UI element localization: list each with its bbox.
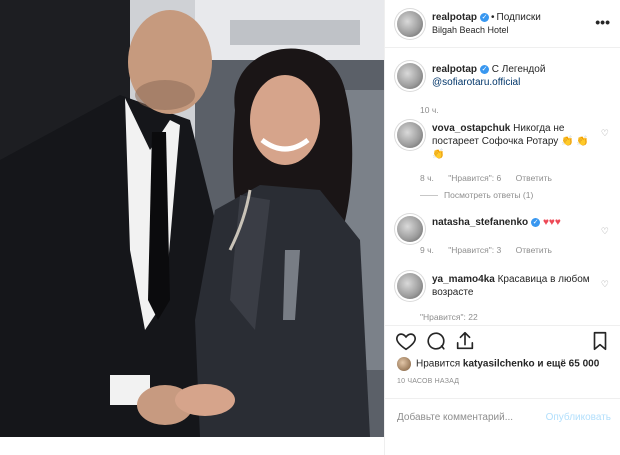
comment-meta: 8 ч. "Нравится": 6 Ответить [420, 173, 564, 183]
liked-by-count[interactable]: и ещё 65 000 [537, 359, 599, 370]
publish-button[interactable]: Опубликовать [546, 412, 611, 423]
verified-icon: ✓ [480, 12, 490, 22]
comment-reply-button[interactable]: Ответить [516, 245, 552, 255]
photo-illustration [0, 0, 384, 437]
comment-likes-count[interactable]: "Нравится": 6 [448, 173, 501, 183]
comment-meta: "Нравится": 22 [420, 312, 490, 322]
add-comment-bar: Добавьте комментарий... Опубликовать [385, 398, 620, 438]
liked-by-prefix: Нравится [416, 358, 461, 370]
view-replies-button[interactable]: Посмотреть ответы (1) [420, 190, 533, 200]
author-avatar-small[interactable] [397, 63, 423, 89]
share-icon[interactable] [454, 330, 476, 352]
heart-icon[interactable] [395, 330, 417, 352]
comment-likes-count[interactable]: "Нравится": 3 [448, 245, 501, 255]
comment-username[interactable]: natasha_stefanenko [432, 217, 528, 228]
verified-icon: ✓ [480, 64, 490, 74]
separator-dot: • [491, 12, 495, 23]
comment-username[interactable]: ya_mamo4ka [432, 274, 495, 285]
post-actions-bar [385, 325, 620, 355]
caption-username[interactable]: realpotap [432, 64, 477, 75]
caption-mention-link[interactable]: @sofiarotaru.official [432, 77, 520, 88]
post-timestamp[interactable]: 10 ЧАСОВ НАЗАД [397, 378, 459, 385]
comment-likes-count[interactable]: "Нравится": 22 [420, 312, 478, 322]
more-options-icon[interactable]: ••• [595, 14, 610, 30]
comment-reply-button[interactable]: Ответить [516, 173, 552, 183]
comment-like-heart-icon[interactable]: ♡ [601, 128, 609, 139]
comment-like-heart-icon[interactable]: ♡ [601, 279, 609, 290]
liked-by-user[interactable]: katyasilchenko [463, 359, 535, 370]
following-button[interactable]: Подписки [497, 12, 541, 23]
comment-meta: 9 ч. "Нравится": 3 Ответить [420, 245, 564, 255]
comment-emoji: ♥♥♥ [542, 217, 561, 228]
author-line: realpotap ✓ • Подписки [432, 12, 541, 23]
bookmark-icon[interactable] [589, 330, 611, 352]
caption-text: С Легендой [491, 64, 546, 75]
post-header: realpotap ✓ • Подписки Bilgah Beach Hotel •… [385, 0, 620, 48]
comment-like-heart-icon[interactable]: ♡ [601, 226, 609, 237]
location-link[interactable]: Bilgah Beach Hotel [432, 25, 509, 35]
caption-body: realpotap ✓ С Легендой @sofiarotaru.offic… [432, 63, 600, 89]
comment-body: ya_mamo4ka Красавица в любом возрасте [432, 273, 600, 299]
commenter-avatar[interactable] [397, 216, 423, 242]
comment-body: vova_ostapchuk Никогда не постареет Софо… [432, 122, 600, 161]
liker-avatar[interactable] [397, 357, 411, 371]
commenter-avatar[interactable] [397, 273, 423, 299]
comment-time[interactable]: 9 ч. [420, 245, 434, 255]
comment-time[interactable]: 8 ч. [420, 173, 434, 183]
post-side-panel: realpotap ✓ • Подписки Bilgah Beach Hotel •… [384, 0, 620, 455]
comments-list[interactable]: realpotap ✓ С Легендой @sofiarotaru.offic… [385, 49, 620, 324]
post-photo[interactable] [0, 0, 384, 437]
caption-time[interactable]: 10 ч. [420, 105, 439, 115]
liked-by-line: Нравится katyasilchenko и ещё 65 000 [397, 357, 599, 371]
add-comment-input[interactable]: Добавьте комментарий... [397, 412, 513, 423]
commenter-avatar[interactable] [397, 122, 423, 148]
comment-body: natasha_stefanenko ✓ ♥♥♥ [432, 216, 600, 229]
author-avatar[interactable] [397, 11, 423, 37]
caption-meta: 10 ч. [420, 105, 451, 115]
comment-icon[interactable] [425, 330, 447, 352]
verified-icon: ✓ [531, 217, 541, 227]
author-username[interactable]: realpotap [432, 12, 477, 23]
comment-username[interactable]: vova_ostapchuk [432, 123, 510, 134]
